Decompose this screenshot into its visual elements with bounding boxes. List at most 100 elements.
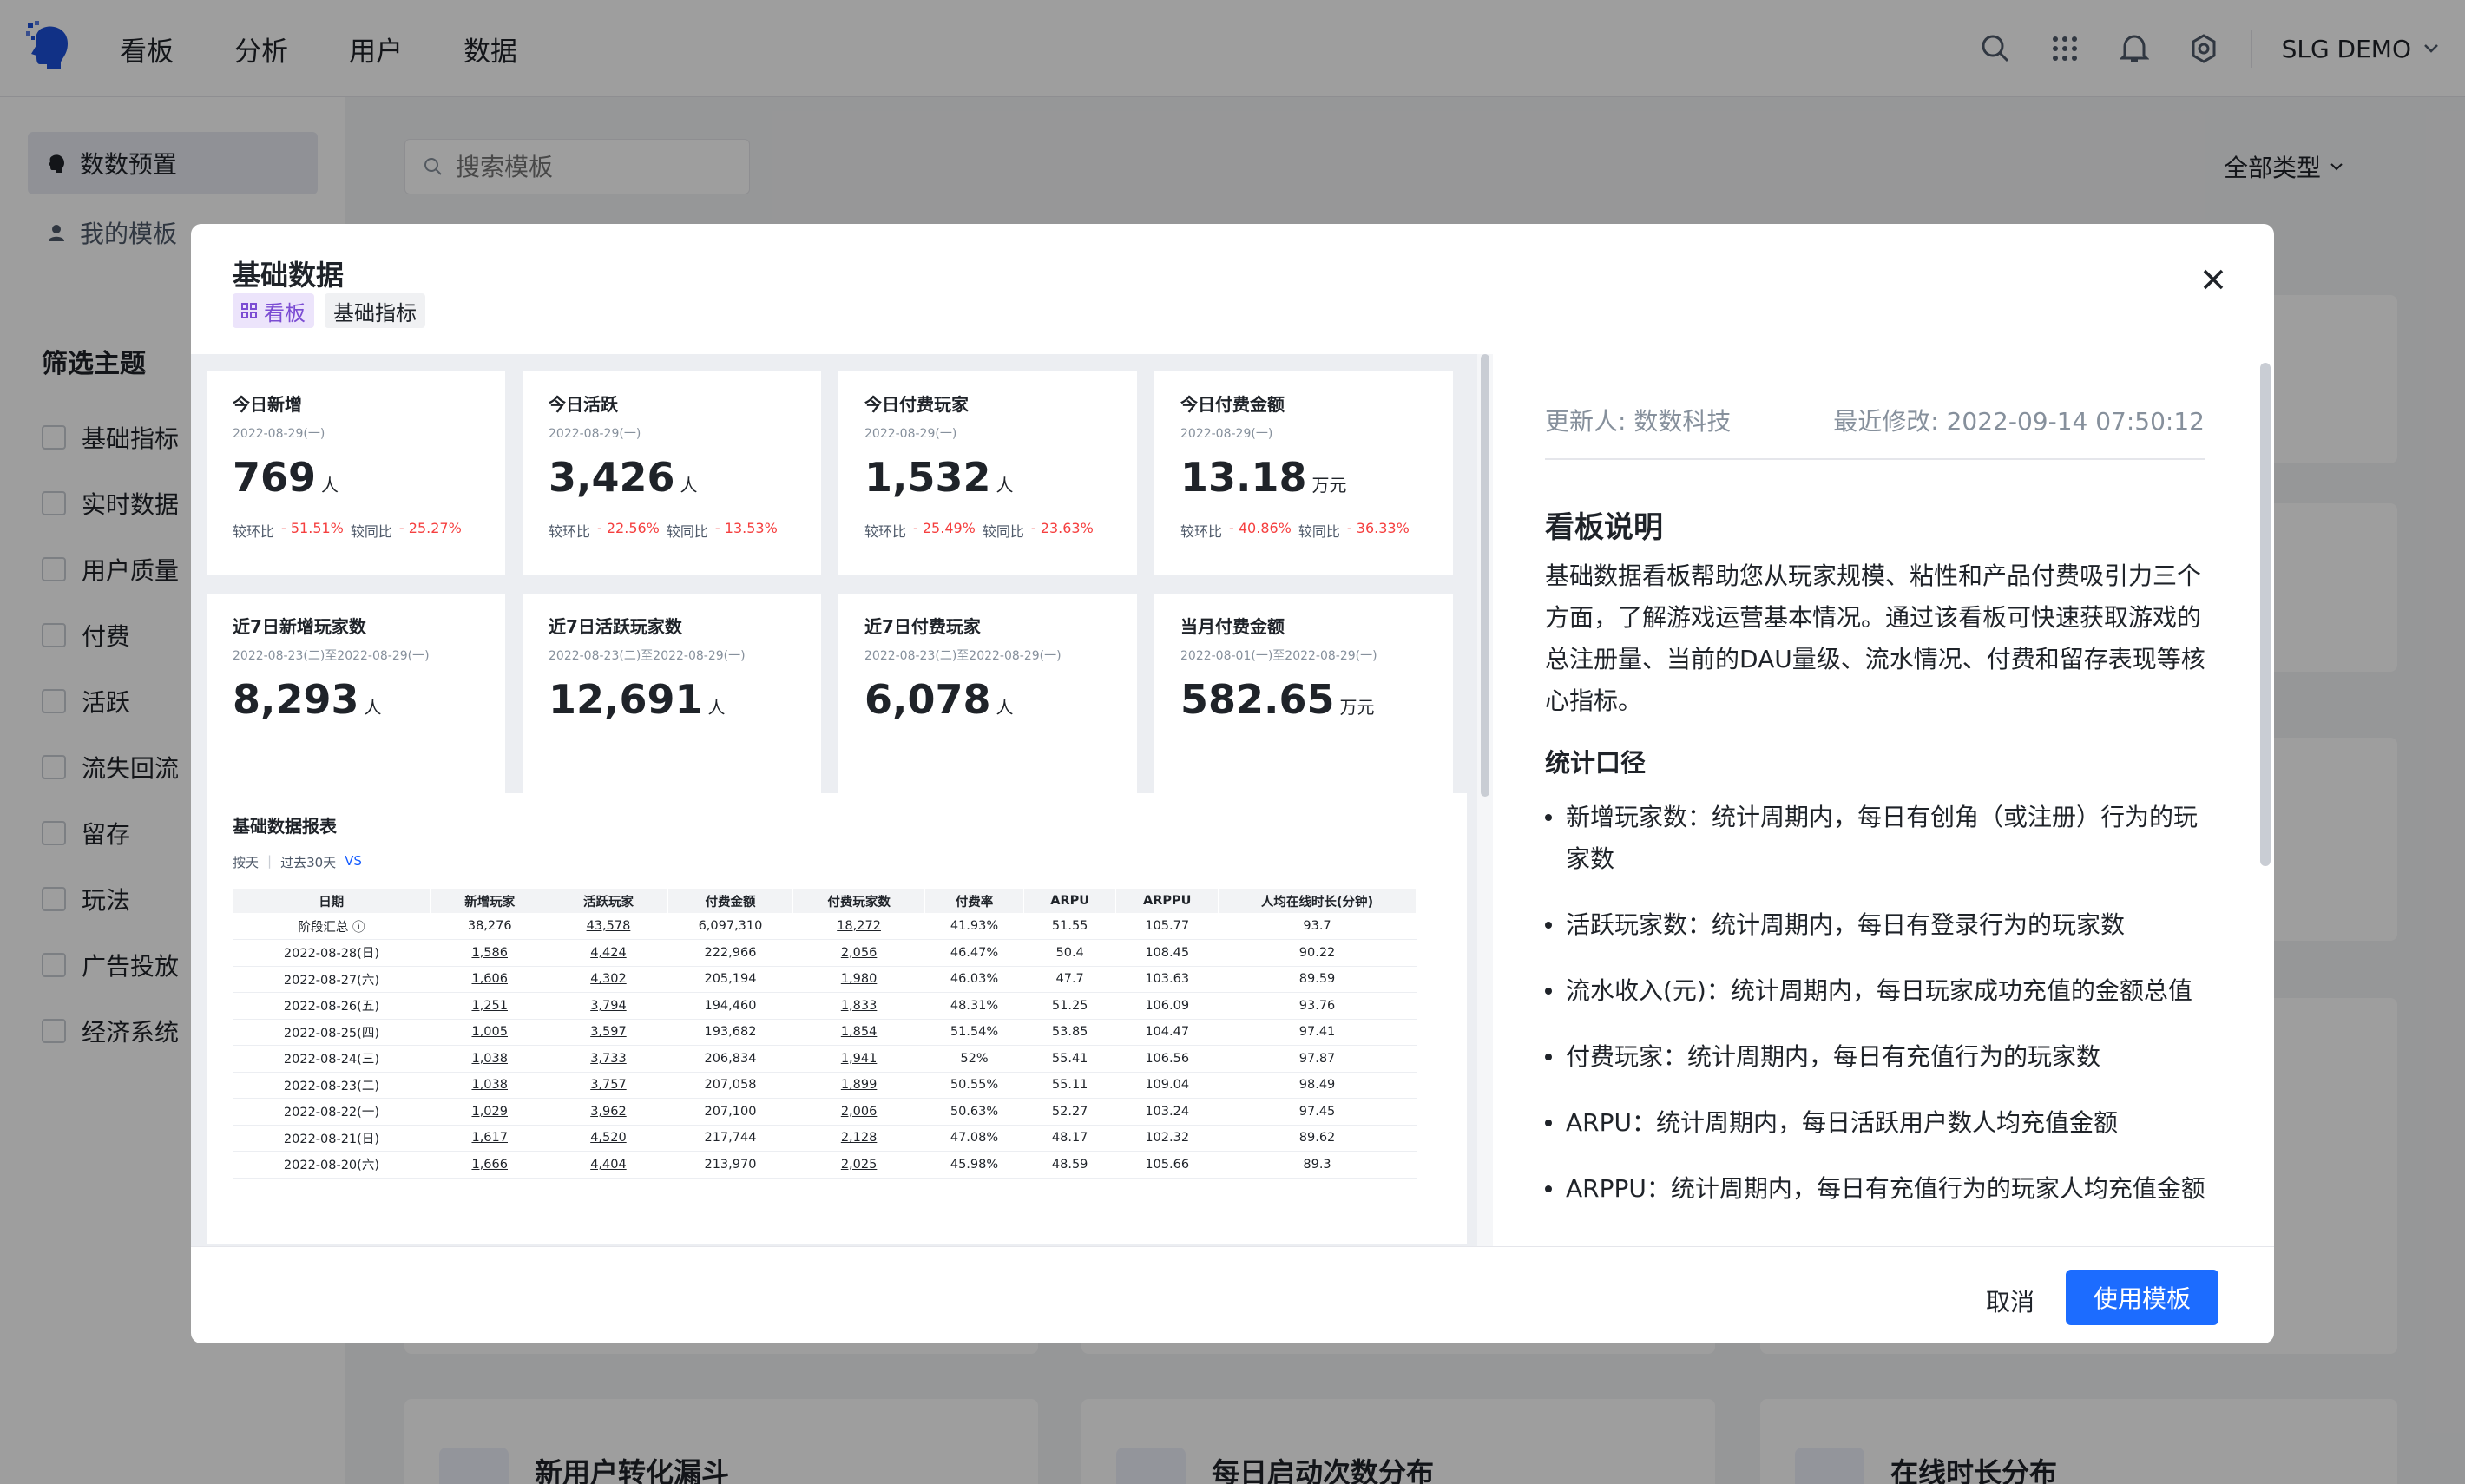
table-cell[interactable]: 1,038	[430, 1045, 549, 1073]
table-cell: 109.04	[1115, 1072, 1219, 1099]
kpi-unit: 人	[680, 475, 698, 496]
list-item: 付费玩家：统计周期内，每日有充值行为的玩家数	[1545, 1036, 2218, 1078]
table-cell[interactable]: 2,056	[792, 939, 925, 967]
table-cell[interactable]: 3,962	[549, 1098, 668, 1126]
kpi-unit: 人	[996, 475, 1014, 496]
kpi-card: 当月付费金额 2022-08-01(一)至2022-08-29(一) 582.6…	[1154, 594, 1453, 797]
table-cell[interactable]: 1,038	[430, 1072, 549, 1099]
kpi-value: 3,426	[549, 454, 675, 501]
table-cell[interactable]: 4,302	[549, 966, 668, 993]
table-cell[interactable]: 1,899	[792, 1072, 925, 1099]
cancel-button[interactable]: 取消	[1962, 1273, 2060, 1329]
table-cell[interactable]: 1,251	[430, 992, 549, 1020]
table-cell: 105.77	[1115, 913, 1219, 940]
table-cell[interactable]: 4,520	[549, 1125, 668, 1152]
kpi-card: 近7日付费玩家 2022-08-23(二)至2022-08-29(一) 6,07…	[838, 594, 1137, 797]
table-row: 2022-08-24(三) 1,038 3,733 206,834 1,941 52% 55…	[233, 1045, 1417, 1073]
table-cell: 89.59	[1218, 966, 1417, 993]
table-cell[interactable]: 3,794	[549, 992, 668, 1020]
description-panel: 更新人: 数数科技 最近修改: 2022-09-14 07:50:12 看板说明…	[1493, 354, 2274, 1246]
kpi-date: 2022-08-29(一)	[1180, 427, 1273, 441]
compare-toggle[interactable]: VS	[345, 853, 362, 871]
column-header[interactable]: 人均在线时长(分钟)	[1218, 889, 1417, 913]
table-cell[interactable]: 1,666	[430, 1151, 549, 1179]
table-cell: 2022-08-20(六)	[233, 1151, 431, 1179]
table-cell: 50.55%	[924, 1072, 1024, 1099]
scrollbar-thumb[interactable]	[1481, 354, 1489, 797]
kpi-label: 今日新增	[233, 394, 302, 415]
table-cell: 207,100	[667, 1098, 793, 1126]
column-header[interactable]: ARPU	[1023, 889, 1117, 913]
table-cell[interactable]: 1,854	[792, 1019, 925, 1046]
compare-label: 较同比	[1298, 523, 1340, 540]
table-cell[interactable]: 1,980	[792, 966, 925, 993]
kpi-value: 13.18	[1180, 454, 1307, 501]
table-cell: 206,834	[667, 1045, 793, 1073]
table-cell[interactable]: 18,272	[792, 913, 925, 940]
table-cell: 52%	[924, 1045, 1024, 1073]
description-text: 基础数据看板帮助您从玩家规模、粘性和产品付费吸引力三个方面，了解游戏运营基本情况…	[1545, 561, 2205, 715]
table-cell: 194,460	[667, 992, 793, 1020]
kpi-card: 今日新增 2022-08-29(一) 769 人 较环比 - 51.51% 较同比 - …	[207, 371, 505, 575]
grid-icon	[241, 303, 257, 318]
close-icon[interactable]	[2196, 262, 2231, 297]
table-cell[interactable]: 1,586	[430, 939, 549, 967]
column-header[interactable]: 日期	[233, 889, 431, 913]
kpi-value: 6,078	[864, 676, 991, 723]
table-row: 2022-08-20(六) 1,666 4,404 213,970 2,025 45.98…	[233, 1151, 1417, 1179]
table-cell[interactable]: 2,128	[792, 1125, 925, 1152]
table-cell: 48.59	[1023, 1151, 1116, 1179]
column-header[interactable]: ARPPU	[1115, 889, 1219, 913]
table-cell[interactable]: 2,006	[792, 1098, 925, 1126]
table-cell[interactable]: 4,424	[549, 939, 668, 967]
table-cell[interactable]: 1,941	[792, 1045, 925, 1073]
table-cell[interactable]: 1,617	[430, 1125, 549, 1152]
compare-label: 较环比	[549, 523, 591, 540]
table-cell[interactable]: 3,757	[549, 1072, 668, 1099]
column-header[interactable]: 付费玩家数	[792, 889, 926, 913]
use-template-button[interactable]: 使用模板	[2066, 1270, 2218, 1325]
kpi-label: 近7日付费玩家	[864, 616, 981, 637]
granularity-select[interactable]: 按天	[233, 853, 259, 871]
table-cell[interactable]: 43,578	[549, 913, 668, 940]
dashboard-preview[interactable]: 今日新增 2022-08-29(一) 769 人 较环比 - 51.51% 较同比 - …	[191, 354, 1477, 1246]
table-cell: 50.63%	[924, 1098, 1024, 1126]
compare-label: 较同比	[350, 523, 392, 540]
table-cell: 2022-08-26(五)	[233, 992, 431, 1020]
table-cell[interactable]: 1,029	[430, 1098, 549, 1126]
table-cell[interactable]: 3,733	[549, 1045, 668, 1073]
list-item: 流水收入(元)：统计周期内，每日玩家成功充值的金额总值	[1545, 970, 2218, 1012]
tag-label: 看板	[264, 300, 306, 325]
table-cell[interactable]: 2,025	[792, 1151, 925, 1179]
table-cell[interactable]: 1,606	[430, 966, 549, 993]
table-cell[interactable]: 3,597	[549, 1019, 668, 1046]
table-cell: 102.32	[1115, 1125, 1219, 1152]
table-cell[interactable]: 1,005	[430, 1019, 549, 1046]
scrollbar-thumb[interactable]	[2260, 363, 2271, 866]
kpi-date: 2022-08-23(二)至2022-08-29(一)	[864, 649, 1062, 663]
compare-label: 较同比	[982, 523, 1024, 540]
divider	[1545, 458, 2205, 460]
kpi-card: 今日付费金额 2022-08-29(一) 13.18 万元 较环比 - 40.86%…	[1154, 371, 1453, 575]
date-range-select[interactable]: 过去30天	[280, 853, 336, 871]
kpi-date: 2022-08-29(一)	[549, 427, 641, 441]
table-cell: 103.24	[1115, 1098, 1219, 1126]
column-header[interactable]: 付费率	[924, 889, 1024, 913]
preview-scrollbar[interactable]	[1477, 354, 1493, 1246]
list-item: ARPPU：统计周期内，每日有充值行为的玩家人均充值金额	[1545, 1168, 2218, 1210]
kpi-value: 12,691	[549, 676, 703, 723]
table-cell[interactable]: 4,404	[549, 1151, 668, 1179]
compare-label: 较同比	[666, 523, 708, 540]
kpi-date: 2022-08-01(一)至2022-08-29(一)	[1180, 649, 1377, 663]
list-item: 活跃玩家数：统计周期内，每日有登录行为的玩家数	[1545, 904, 2218, 946]
column-header[interactable]: 活跃玩家	[549, 889, 668, 913]
kpi-label: 今日付费玩家	[864, 394, 969, 415]
table-cell: 2022-08-25(四)	[233, 1019, 431, 1046]
table-cell[interactable]: 1,833	[792, 992, 925, 1020]
table-cell: 93.76	[1218, 992, 1417, 1020]
column-header[interactable]: 新增玩家	[430, 889, 550, 913]
table-cell: 46.03%	[924, 966, 1024, 993]
description-scrollbar[interactable]	[2260, 363, 2271, 1238]
table-row: 2022-08-21(日) 1,617 4,520 217,744 2,128 47.08…	[233, 1125, 1417, 1152]
column-header[interactable]: 付费金额	[667, 889, 794, 913]
